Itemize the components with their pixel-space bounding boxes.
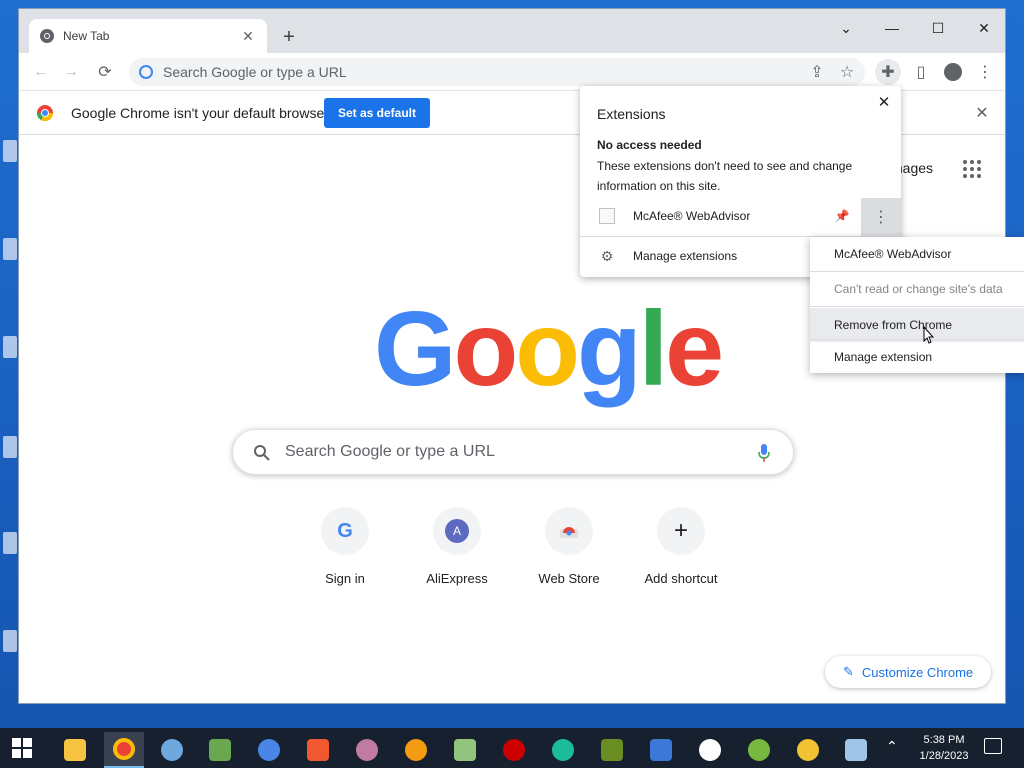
bookmark-star-icon[interactable]: ☆ xyxy=(835,60,859,84)
more-options-icon[interactable]: ⋮ xyxy=(861,198,901,236)
minecraft-icon[interactable] xyxy=(592,732,632,768)
google-g-icon: G xyxy=(321,507,369,555)
ntp-search-box[interactable]: Search Google or type a URL xyxy=(232,429,794,475)
desktop-icon[interactable] xyxy=(3,532,17,554)
gear-icon: ⚙ xyxy=(600,247,614,264)
clock[interactable]: 5:38 PM 1/28/2023 xyxy=(912,732,976,764)
clock-date: 1/28/2023 xyxy=(919,750,969,762)
chromium-icon[interactable] xyxy=(249,732,289,768)
tab-search-button[interactable]: ⌄ xyxy=(823,13,869,43)
desktop-icon[interactable] xyxy=(3,336,17,358)
shortcut-aliexpress[interactable]: A AliExpress xyxy=(401,507,513,597)
infobar-close-icon[interactable]: ✕ xyxy=(971,102,993,124)
chrome-logo-icon xyxy=(36,105,54,122)
taskbar: ⌃ 5:38 PM 1/28/2023 xyxy=(0,728,1024,768)
android-app-icon[interactable] xyxy=(445,732,485,768)
tray-overflow-icon[interactable]: ⌃ xyxy=(886,738,898,755)
utorrent-icon[interactable] xyxy=(739,732,779,768)
app-green-icon[interactable] xyxy=(200,732,240,768)
app-store-a-icon[interactable] xyxy=(641,732,681,768)
file-explorer-icon[interactable] xyxy=(55,732,95,768)
chrome-favicon-icon xyxy=(40,29,54,43)
extension-icon xyxy=(599,208,615,224)
aliexpress-avatar-icon: A xyxy=(433,507,481,555)
desktop-icon[interactable] xyxy=(3,140,17,162)
brave-icon[interactable] xyxy=(298,732,338,768)
close-icon[interactable]: ✕ xyxy=(875,93,893,111)
new-tab-button[interactable]: + xyxy=(277,25,301,49)
shortcut-label: Sign in xyxy=(325,571,365,586)
pin-icon[interactable]: 📌 xyxy=(834,208,850,224)
set-as-default-button[interactable]: Set as default xyxy=(324,98,430,128)
manage-extensions-label: Manage extensions xyxy=(633,249,738,263)
extensions-puzzle-icon[interactable]: ✚ xyxy=(875,59,901,85)
shortcut-label: AliExpress xyxy=(426,571,488,586)
safari-like-icon[interactable] xyxy=(152,732,192,768)
shortcut-label: Web Store xyxy=(538,571,600,586)
desktop-icon[interactable] xyxy=(3,436,17,458)
extension-row-mcafee[interactable]: McAfee® WebAdvisor 📌 ⋮ xyxy=(580,198,901,236)
no-access-heading: No access needed xyxy=(597,138,702,152)
clock-time: 5:38 PM xyxy=(923,734,965,746)
opera-gx-icon[interactable] xyxy=(494,732,534,768)
shortcut-label: Add shortcut xyxy=(644,571,718,586)
yandex-icon[interactable] xyxy=(690,732,730,768)
share-icon[interactable]: ⇪ xyxy=(805,60,829,84)
back-button[interactable]: ← xyxy=(29,60,53,84)
menu-item-remove-from-chrome[interactable]: Remove from Chrome xyxy=(810,308,1024,342)
google-g-icon xyxy=(139,65,153,79)
extension-context-menu: McAfee® WebAdvisor Can't read or change … xyxy=(810,237,1024,373)
web-store-icon xyxy=(545,507,593,555)
google-logo: Google xyxy=(374,290,724,408)
shortcut-add[interactable]: + Add shortcut xyxy=(625,507,737,597)
mouse-cursor-icon xyxy=(923,326,935,344)
tab-new-tab[interactable]: New Tab ✕ xyxy=(29,19,267,53)
side-panel-icon[interactable]: ▯ xyxy=(909,60,933,84)
menu-item-site-access: Can't read or change site's data xyxy=(834,282,1003,296)
omnibox-placeholder: Search Google or type a URL xyxy=(163,64,347,80)
desktop-icon[interactable] xyxy=(3,238,17,260)
shortcut-sign-in[interactable]: G Sign in xyxy=(289,507,401,597)
forward-button[interactable]: → xyxy=(59,60,83,84)
orange-app-icon[interactable] xyxy=(396,732,436,768)
omnibox[interactable]: Search Google or type a URL xyxy=(129,58,865,86)
photo-app-icon[interactable] xyxy=(347,732,387,768)
menu-item-extension-name[interactable]: McAfee® WebAdvisor xyxy=(810,237,1024,271)
chrome-menu-icon[interactable]: ⋮ xyxy=(973,60,997,84)
pencil-icon: ✎ xyxy=(843,664,854,679)
chrome-taskbar-icon[interactable] xyxy=(104,732,144,768)
edge-icon[interactable] xyxy=(543,732,583,768)
maximize-button[interactable]: ☐ xyxy=(915,13,961,43)
chrome-beta-icon[interactable] xyxy=(788,732,828,768)
vpn-a-icon[interactable] xyxy=(836,732,876,768)
reload-button[interactable]: ⟳ xyxy=(93,60,117,84)
menu-item-manage-extension[interactable]: Manage extension xyxy=(810,340,1024,374)
extensions-popup-title: Extensions xyxy=(597,106,666,122)
search-icon xyxy=(254,445,270,461)
apps-grid-icon[interactable] xyxy=(963,160,981,178)
tab-close-icon[interactable]: ✕ xyxy=(239,27,257,45)
close-window-button[interactable]: ✕ xyxy=(961,13,1005,43)
extension-name: McAfee® WebAdvisor xyxy=(633,209,751,223)
profile-avatar-icon[interactable] xyxy=(941,60,965,84)
title-bar: New Tab ✕ + ⌄ — ☐ ✕ xyxy=(19,9,1005,53)
tab-title: New Tab xyxy=(63,29,110,43)
divider xyxy=(810,306,1024,307)
no-access-description: These extensions don't need to see and c… xyxy=(597,159,853,193)
minimize-button[interactable]: — xyxy=(869,13,915,43)
customize-label: Customize Chrome xyxy=(861,664,974,680)
start-button[interactable] xyxy=(12,738,32,758)
customize-chrome-button[interactable]: ✎ Customize Chrome xyxy=(825,656,991,688)
search-placeholder: Search Google or type a URL xyxy=(285,443,495,460)
add-icon: + xyxy=(657,507,705,555)
infobar-message: Google Chrome isn't your default browser xyxy=(71,105,329,121)
desktop-icon[interactable] xyxy=(3,630,17,652)
notification-icon[interactable] xyxy=(984,738,1002,754)
microphone-icon[interactable] xyxy=(757,443,771,463)
shortcut-web-store[interactable]: Web Store xyxy=(513,507,625,597)
